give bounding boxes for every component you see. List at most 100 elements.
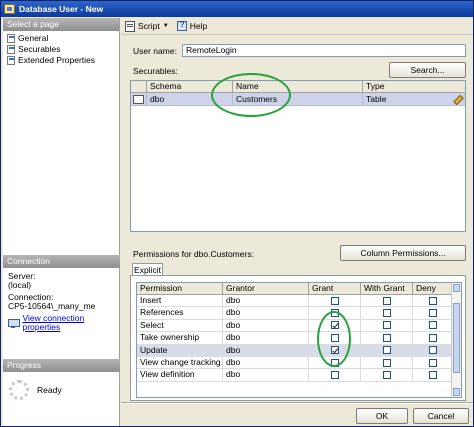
- dialog-button-bar: OK Cancel: [121, 403, 473, 427]
- table-row[interactable]: dbo Customers Table: [131, 93, 465, 106]
- page-item-extended-properties[interactable]: Extended Properties: [6, 54, 119, 65]
- permission-row[interactable]: View change tracking dbo: [137, 356, 461, 370]
- page-icon: [6, 55, 15, 65]
- cell-permission: Take ownership: [137, 332, 223, 344]
- cell-grantor: dbo: [223, 332, 309, 344]
- grant-checkbox[interactable]: [330, 333, 339, 342]
- deny-checkbox[interactable]: [428, 321, 437, 330]
- scroll-up-arrow-icon[interactable]: [453, 284, 460, 292]
- cell-grantor: dbo: [223, 369, 309, 381]
- with-grant-checkbox[interactable]: [382, 358, 391, 367]
- with-grant-checkbox[interactable]: [382, 296, 391, 305]
- deny-checkbox[interactable]: [428, 296, 437, 305]
- securables-page: Script ▼ Help User name: RemoteLogin Sec…: [121, 18, 473, 403]
- grant-checkbox[interactable]: [330, 346, 339, 355]
- column-header-deny[interactable]: Deny: [413, 283, 453, 294]
- grant-checkbox[interactable]: [330, 358, 339, 367]
- deny-checkbox[interactable]: [428, 309, 437, 318]
- cell-grantor: dbo: [223, 307, 309, 319]
- page-item-label: Extended Properties: [18, 54, 96, 65]
- securables-grid-header: Schema Name Type: [131, 81, 465, 93]
- script-icon: [125, 21, 135, 32]
- window-icon: [4, 4, 15, 14]
- permission-row[interactable]: Update dbo: [137, 344, 461, 357]
- cell-grant: [309, 332, 361, 344]
- connection-value: CP5-10564\_many_me: [8, 301, 96, 311]
- user-name-field[interactable]: RemoteLogin: [182, 44, 466, 57]
- search-button[interactable]: Search...: [389, 62, 466, 78]
- permission-row[interactable]: Insert dbo: [137, 295, 461, 308]
- connection-header: Connection: [3, 255, 120, 268]
- with-grant-checkbox[interactable]: [382, 309, 391, 318]
- script-label: Script: [138, 21, 160, 31]
- column-header-with-grant[interactable]: With Grant: [361, 283, 413, 294]
- grant-checkbox[interactable]: [330, 321, 339, 330]
- deny-checkbox[interactable]: [428, 358, 437, 367]
- with-grant-checkbox[interactable]: [382, 333, 391, 342]
- column-header-name[interactable]: Name: [233, 81, 363, 92]
- cell-permission: Update: [137, 344, 223, 356]
- cell-with-grant: [361, 356, 413, 369]
- grant-checkbox[interactable]: [330, 371, 339, 380]
- cell-grantor: dbo: [223, 356, 309, 369]
- cell-with-grant: [361, 295, 413, 307]
- view-connection-properties-link[interactable]: View connection properties: [22, 314, 120, 332]
- grant-checkbox[interactable]: [330, 309, 339, 318]
- grant-checkbox[interactable]: [330, 296, 339, 305]
- cell-schema: dbo: [147, 93, 233, 105]
- page-item-label: Securables: [18, 43, 61, 54]
- page-item-general[interactable]: General: [6, 32, 119, 43]
- cell-with-grant: [361, 307, 413, 319]
- cell-grantor: dbo: [223, 344, 309, 356]
- cell-permission: View change tracking: [137, 356, 223, 369]
- help-button[interactable]: Help: [176, 20, 208, 31]
- permissions-grid: Permission Grantor Grant With Grant Deny…: [136, 282, 462, 398]
- help-label: Help: [189, 21, 208, 31]
- scroll-down-arrow-icon[interactable]: [453, 388, 460, 396]
- column-header-type[interactable]: Type: [363, 81, 465, 92]
- with-grant-checkbox[interactable]: [382, 346, 391, 355]
- toolbar: Script ▼ Help: [121, 18, 473, 35]
- cell-grant: [309, 319, 361, 332]
- deny-checkbox[interactable]: [428, 333, 437, 342]
- scrollbar-thumb[interactable]: [453, 303, 460, 373]
- column-header-permission[interactable]: Permission: [137, 283, 223, 294]
- chevron-down-icon[interactable]: ▼: [163, 23, 169, 29]
- permission-row[interactable]: Take ownership dbo: [137, 332, 461, 345]
- deny-checkbox[interactable]: [428, 346, 437, 355]
- permission-row[interactable]: View definition dbo: [137, 369, 461, 382]
- cell-grant: [309, 356, 361, 369]
- script-button[interactable]: Script ▼: [125, 21, 169, 32]
- page-list: General Securables Extended Properties: [3, 31, 119, 65]
- with-grant-checkbox[interactable]: [382, 371, 391, 380]
- page-icon: [6, 33, 15, 43]
- permissions-label: Permissions for dbo.Customers:: [133, 249, 254, 259]
- permission-row[interactable]: Select dbo: [137, 319, 461, 333]
- permission-row[interactable]: References dbo: [137, 307, 461, 320]
- connection-section: Connection Server: (local) Connection: C…: [3, 255, 120, 332]
- column-header-schema[interactable]: Schema: [147, 81, 233, 92]
- deny-checkbox[interactable]: [428, 371, 437, 380]
- user-name-label: User name:: [133, 46, 177, 56]
- column-header-grant[interactable]: Grant: [309, 283, 361, 294]
- row-selector-icon: [131, 93, 147, 105]
- progress-status: Ready: [37, 385, 62, 395]
- cell-deny: [413, 332, 453, 344]
- column-permissions-button[interactable]: Column Permissions...: [340, 245, 466, 261]
- vertical-scrollbar[interactable]: [451, 283, 461, 397]
- cell-grantor: dbo: [223, 319, 309, 332]
- with-grant-checkbox[interactable]: [382, 321, 391, 330]
- connection-properties-icon: [8, 318, 21, 328]
- column-header-grantor[interactable]: Grantor: [223, 283, 309, 294]
- progress-spinner-icon: [9, 380, 29, 400]
- cancel-button[interactable]: Cancel: [413, 408, 469, 424]
- cell-permission: Select: [137, 319, 223, 332]
- title-bar[interactable]: Database User - New: [1, 1, 473, 17]
- page-icon: [6, 44, 15, 54]
- select-page-header: Select a page: [3, 18, 119, 31]
- cell-grant: [309, 369, 361, 381]
- server-value: (local): [8, 280, 32, 290]
- cell-deny: [413, 319, 453, 332]
- ok-button[interactable]: OK: [356, 408, 408, 424]
- page-item-securables[interactable]: Securables: [6, 43, 119, 54]
